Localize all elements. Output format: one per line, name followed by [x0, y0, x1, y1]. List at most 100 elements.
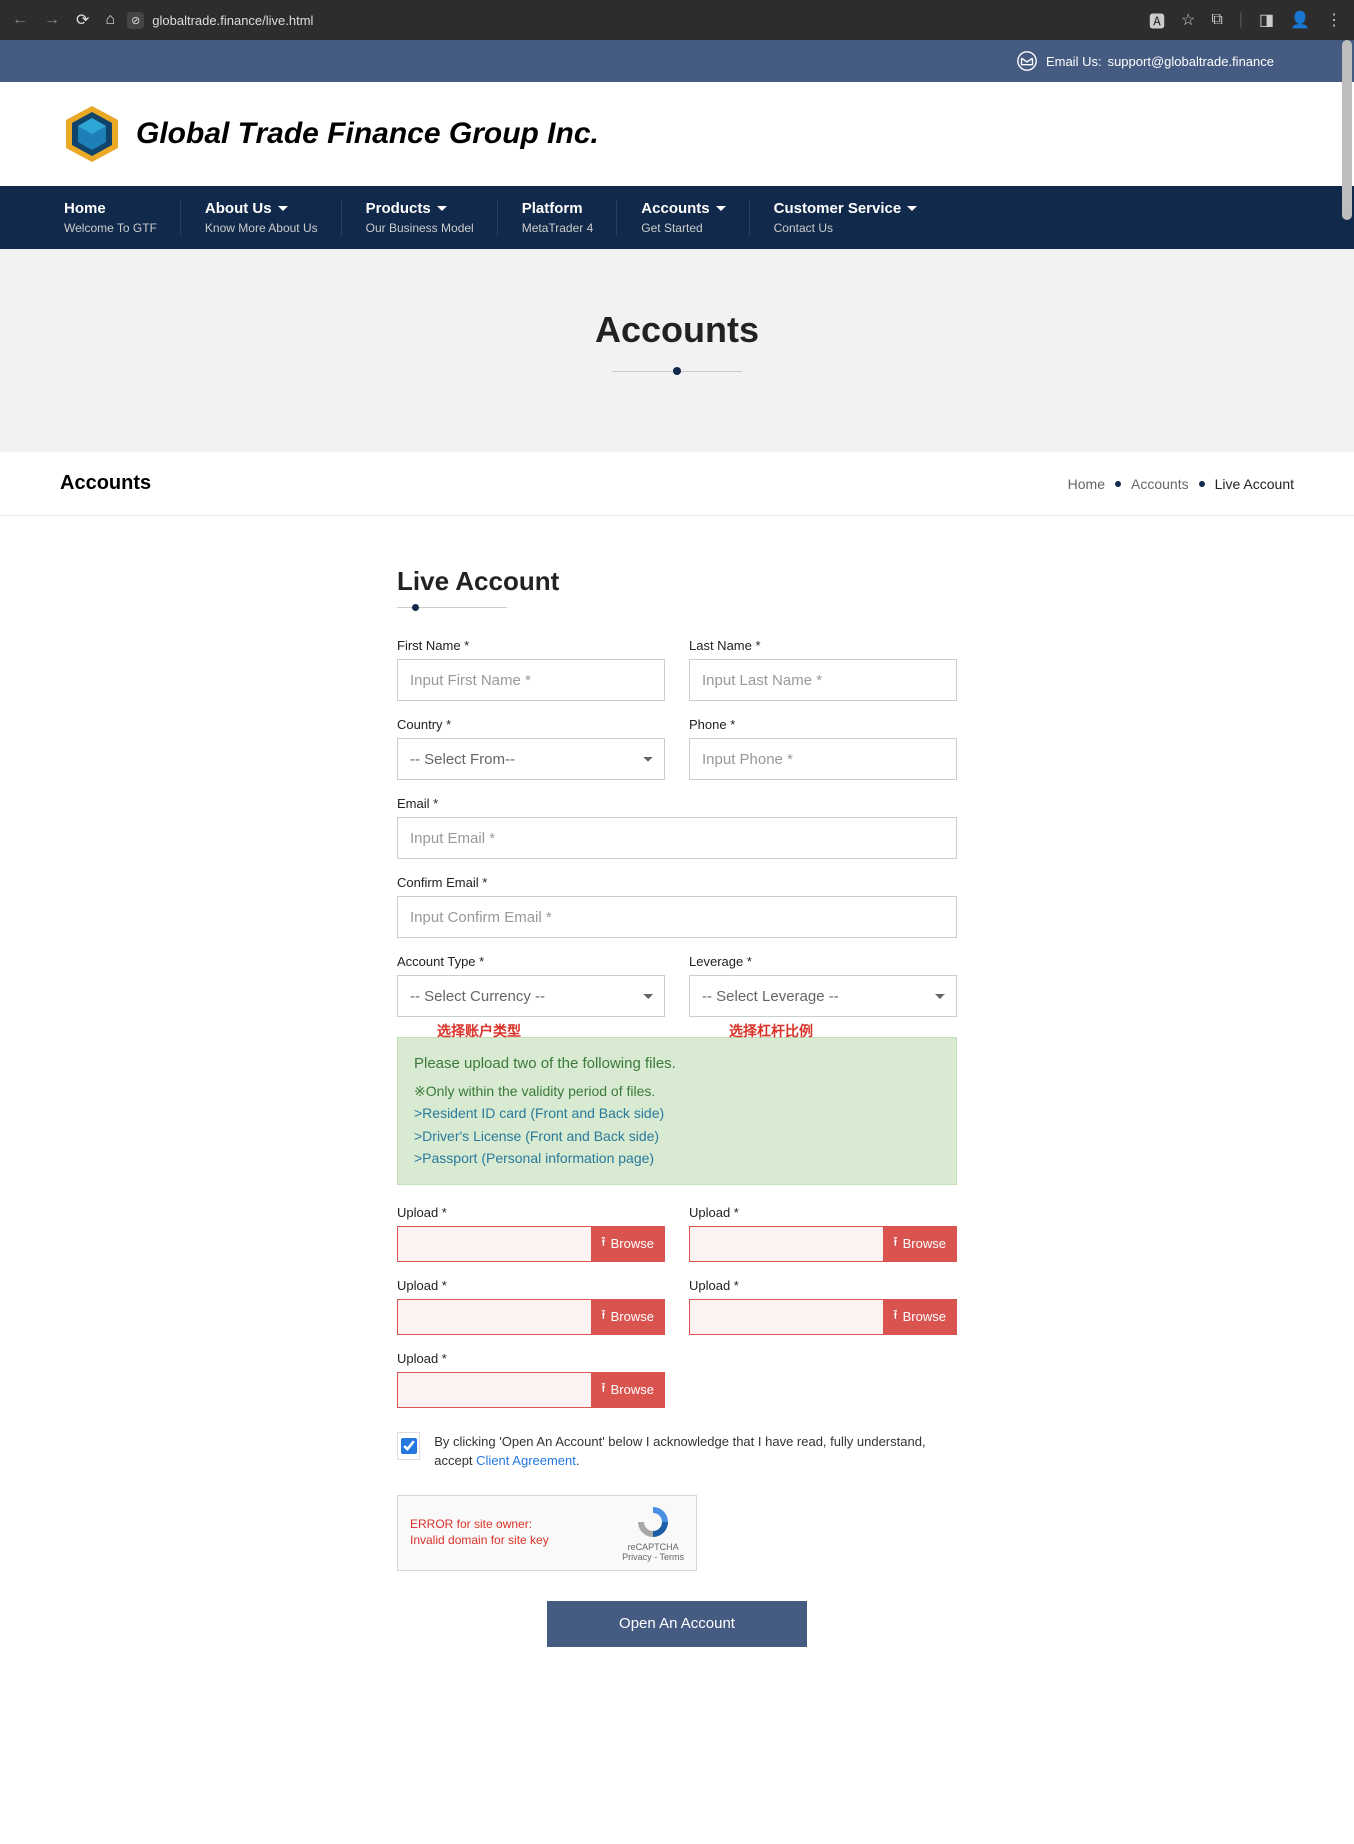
account-type-select[interactable]: -- Select Currency --	[397, 975, 665, 1017]
upload-field-2: ⭱Browse	[689, 1226, 957, 1262]
upload-field-5: ⭱Browse	[397, 1372, 665, 1408]
account-type-label: Account Type *	[397, 954, 665, 969]
upload-label-5: Upload *	[397, 1351, 665, 1366]
phone-label: Phone *	[689, 717, 957, 732]
upload-notice: Please upload two of the following files…	[397, 1037, 957, 1185]
country-select[interactable]: -- Select From--	[397, 738, 665, 780]
browse-button-4[interactable]: ⭱Browse	[883, 1300, 956, 1334]
upload-input-4[interactable]	[690, 1300, 883, 1334]
upload-field-4: ⭱Browse	[689, 1299, 957, 1335]
leverage-label: Leverage *	[689, 954, 957, 969]
recaptcha-icon	[635, 1504, 671, 1540]
profile-icon[interactable]: 👤	[1290, 10, 1310, 30]
last-name-label: Last Name *	[689, 638, 957, 653]
browse-button-5[interactable]: ⭱Browse	[591, 1373, 664, 1407]
mail-icon	[1016, 50, 1038, 72]
confirm-email-input[interactable]	[397, 896, 957, 938]
upload-label-2: Upload *	[689, 1205, 957, 1220]
site-info-icon[interactable]: ⊘	[127, 12, 144, 29]
chevron-down-icon	[278, 206, 288, 211]
browse-button-3[interactable]: ⭱Browse	[591, 1300, 664, 1334]
crumb-separator	[1199, 481, 1205, 487]
nav-accounts[interactable]: Accounts Get Started	[617, 186, 749, 249]
account-type-note: 选择账户类型	[437, 1021, 521, 1041]
agreement-text: By clicking 'Open An Account' below I ac…	[434, 1432, 957, 1471]
upload-input-1[interactable]	[398, 1227, 591, 1261]
forward-icon[interactable]: →	[44, 11, 60, 29]
email-input[interactable]	[397, 817, 957, 859]
breadcrumb: Home Accounts Live Account	[1068, 476, 1294, 492]
browser-chrome: ← → ⟳ ⌂ ⊘ globaltrade.finance/live.html …	[0, 0, 1354, 40]
upload-label-4: Upload *	[689, 1278, 957, 1293]
chevron-down-icon	[907, 206, 917, 211]
company-name: Global Trade Finance Group Inc.	[136, 117, 599, 151]
browse-button-1[interactable]: ⭱Browse	[591, 1227, 664, 1261]
first-name-input[interactable]	[397, 659, 665, 701]
recaptcha-widget[interactable]: ERROR for site owner: Invalid domain for…	[397, 1495, 697, 1571]
side-panel-icon[interactable]: ◨	[1259, 10, 1274, 30]
scrollbar-thumb[interactable]	[1342, 40, 1352, 220]
upload-input-2[interactable]	[690, 1227, 883, 1261]
upload-notice-title: Please upload two of the following files…	[414, 1052, 940, 1076]
recaptcha-error: ERROR for site owner: Invalid domain for…	[410, 1517, 622, 1548]
email-value[interactable]: support@globaltrade.finance	[1108, 54, 1274, 69]
browse-button-2[interactable]: ⭱Browse	[883, 1227, 956, 1261]
upload-notice-validity: ※Only within the validity period of file…	[414, 1080, 940, 1102]
upload-field-3: ⭱Browse	[397, 1299, 665, 1335]
leverage-note: 选择杠杆比例	[729, 1021, 813, 1041]
site-header: Global Trade Finance Group Inc.	[0, 82, 1354, 186]
upload-doc-option-3[interactable]: >Passport (Personal information page)	[414, 1147, 940, 1169]
upload-label-3: Upload *	[397, 1278, 665, 1293]
upload-icon: ⭱	[601, 1233, 606, 1255]
section-heading: Accounts	[60, 472, 151, 495]
nav-about[interactable]: About Us Know More About Us	[181, 186, 342, 249]
heading-divider	[397, 607, 507, 608]
upload-icon: ⭱	[893, 1233, 898, 1255]
title-divider	[612, 371, 742, 372]
form-heading: Live Account	[397, 566, 957, 597]
agreement-checkbox-wrapper	[397, 1432, 420, 1460]
chevron-down-icon	[716, 206, 726, 211]
bookmark-icon[interactable]: ☆	[1181, 10, 1195, 30]
last-name-input[interactable]	[689, 659, 957, 701]
nav-products[interactable]: Products Our Business Model	[342, 186, 498, 249]
crumb-accounts[interactable]: Accounts	[1131, 476, 1189, 492]
extensions-icon[interactable]: ⧉	[1211, 11, 1222, 29]
main-nav: Home Welcome To GTF About Us Know More A…	[0, 186, 1354, 249]
email-label: Email Us:	[1046, 54, 1102, 69]
upload-input-5[interactable]	[398, 1373, 591, 1407]
country-label: Country *	[397, 717, 665, 732]
home-icon[interactable]: ⌂	[105, 11, 115, 29]
upload-icon: ⭱	[893, 1306, 898, 1328]
crumb-home[interactable]: Home	[1068, 476, 1105, 492]
back-icon[interactable]: ←	[12, 11, 28, 29]
chevron-down-icon	[437, 206, 447, 211]
translate-icon[interactable]: 🅰	[1149, 8, 1165, 32]
url-text[interactable]: globaltrade.finance/live.html	[152, 13, 313, 28]
page-title-section: Accounts	[0, 249, 1354, 452]
first-name-label: First Name *	[397, 638, 665, 653]
upload-doc-option-2[interactable]: >Driver's License (Front and Back side)	[414, 1125, 940, 1147]
open-account-button[interactable]: Open An Account	[547, 1601, 807, 1647]
company-logo	[60, 102, 124, 166]
upload-icon: ⭱	[601, 1379, 606, 1401]
crumb-live-account: Live Account	[1215, 476, 1294, 492]
breadcrumb-bar: Accounts Home Accounts Live Account	[0, 452, 1354, 516]
upload-icon: ⭱	[601, 1306, 606, 1328]
leverage-select[interactable]: -- Select Leverage --	[689, 975, 957, 1017]
live-account-form: Live Account First Name * Last Name * Co…	[397, 566, 957, 1647]
email-label: Email *	[397, 796, 957, 811]
nav-home[interactable]: Home Welcome To GTF	[40, 186, 181, 249]
upload-input-3[interactable]	[398, 1300, 591, 1334]
menu-icon[interactable]: ⋮	[1326, 10, 1342, 30]
crumb-separator	[1115, 481, 1121, 487]
upload-label-1: Upload *	[397, 1205, 665, 1220]
upload-doc-option-1[interactable]: >Resident ID card (Front and Back side)	[414, 1102, 940, 1124]
client-agreement-link[interactable]: Client Agreement	[476, 1453, 576, 1468]
top-contact-bar: Email Us: support@globaltrade.finance	[0, 40, 1354, 82]
nav-customer-service[interactable]: Customer Service Contact Us	[750, 186, 942, 249]
nav-platform[interactable]: Platform MetaTrader 4	[498, 186, 618, 249]
phone-input[interactable]	[689, 738, 957, 780]
reload-icon[interactable]: ⟳	[76, 10, 89, 30]
agreement-checkbox[interactable]	[401, 1438, 417, 1454]
